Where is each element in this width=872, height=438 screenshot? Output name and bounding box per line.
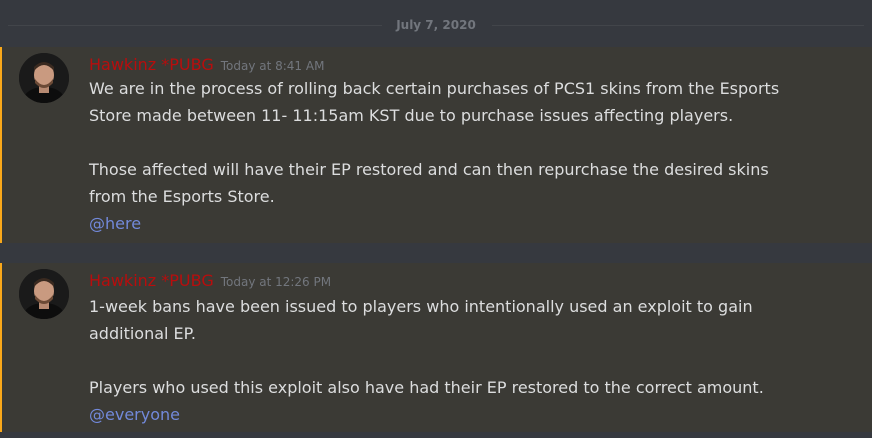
avatar[interactable]	[19, 269, 69, 319]
message-paragraph: We are in the process of rolling back ce…	[89, 79, 780, 125]
date-divider-label: July 7, 2020	[396, 18, 476, 32]
message-paragraph: 1-week bans have been issued to players …	[89, 297, 753, 343]
message-paragraph: Players who used this exploit also have …	[89, 378, 764, 397]
message[interactable]: Hawkinz *PUBG Today at 8:41 AM We are in …	[0, 47, 872, 243]
message-content: 1-week bans have been issued to players …	[89, 293, 849, 428]
divider-line-left	[8, 25, 382, 26]
avatar-photo-icon	[19, 269, 69, 319]
avatar[interactable]	[19, 53, 69, 103]
message-paragraph: Those affected will have their EP restor…	[89, 160, 769, 206]
message-header: Hawkinz *PUBG Today at 12:26 PM	[89, 271, 331, 291]
mention-here[interactable]: @here	[89, 214, 141, 233]
author-name[interactable]: Hawkinz *PUBG	[89, 271, 214, 290]
message-content: We are in the process of rolling back ce…	[89, 75, 849, 237]
date-divider: July 7, 2020	[0, 12, 872, 38]
message-timestamp[interactable]: Today at 8:41 AM	[221, 59, 325, 73]
mention-highlight-bar	[0, 47, 2, 243]
mention-everyone[interactable]: @everyone	[89, 405, 180, 424]
message-timestamp[interactable]: Today at 12:26 PM	[221, 275, 331, 289]
avatar-photo-icon	[19, 53, 69, 103]
mention-highlight-bar	[0, 263, 2, 432]
author-name[interactable]: Hawkinz *PUBG	[89, 55, 214, 74]
message-header: Hawkinz *PUBG Today at 8:41 AM	[89, 55, 324, 75]
message[interactable]: Hawkinz *PUBG Today at 12:26 PM 1-week ba…	[0, 263, 872, 432]
divider-line-right	[492, 25, 864, 26]
